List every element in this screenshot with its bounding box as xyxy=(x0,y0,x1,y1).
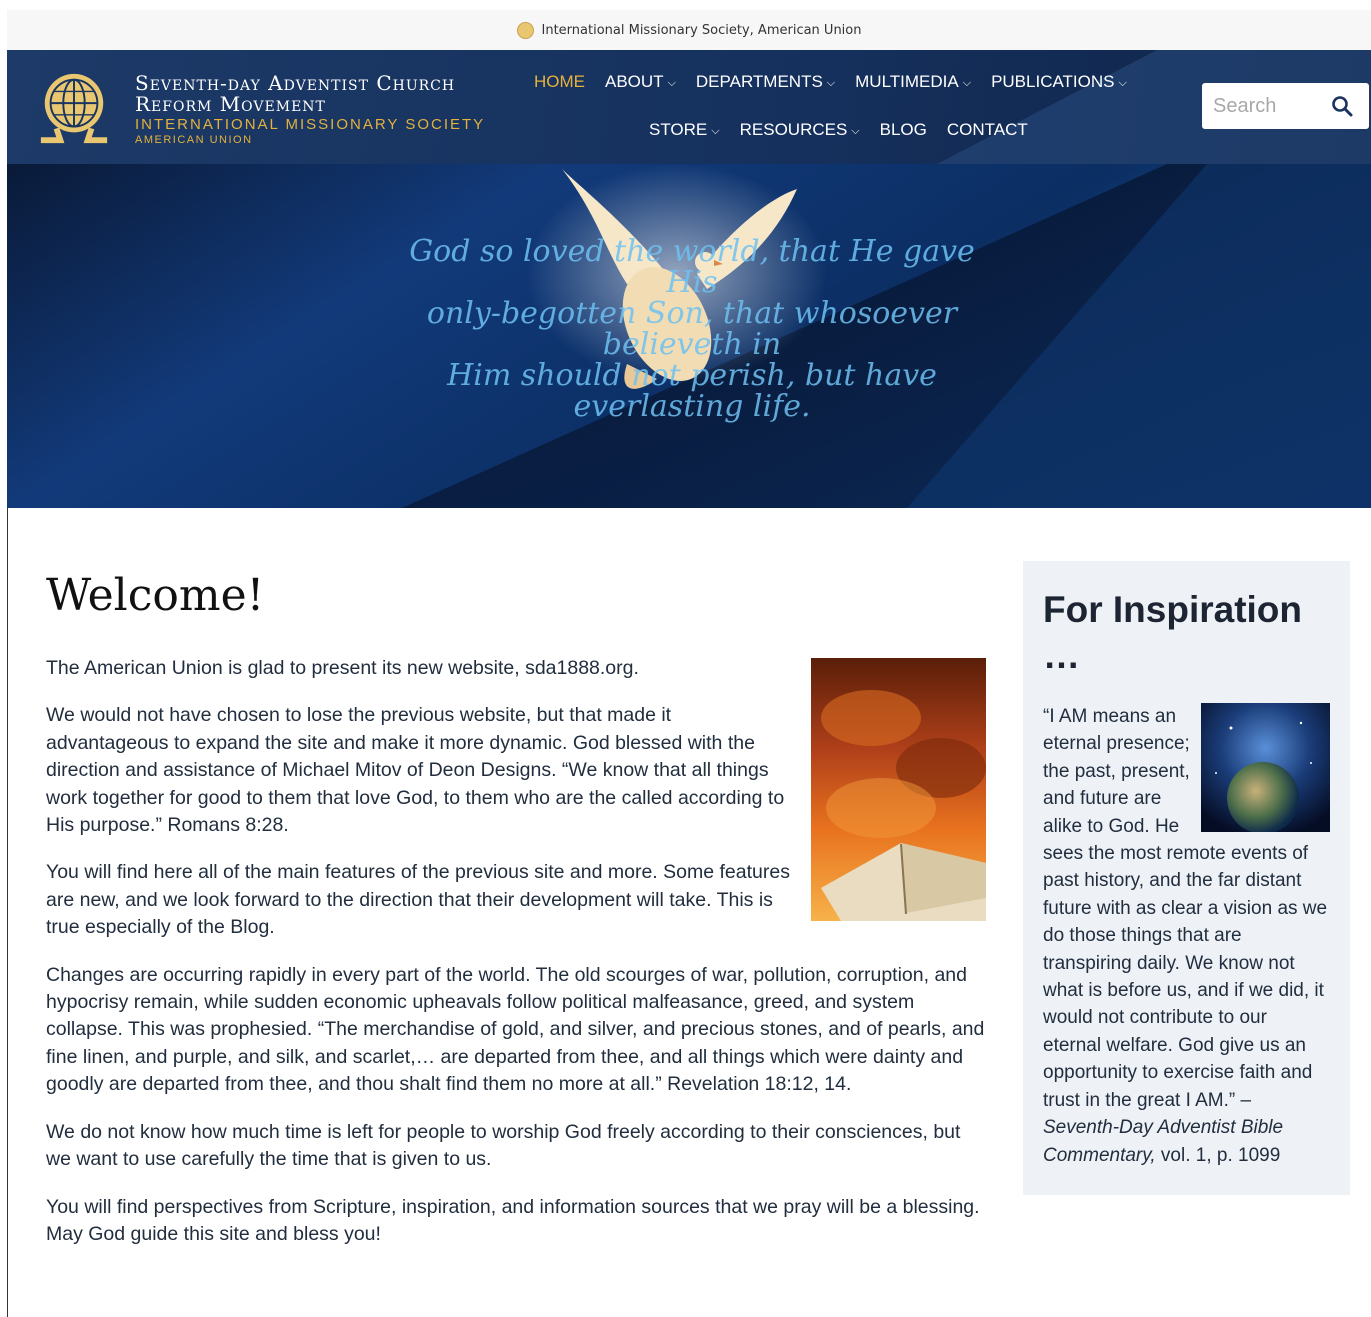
welcome-paragraph-6: You will find perspectives from Scriptur… xyxy=(46,1195,980,1245)
org-subtitle-line2: AMERICAN UNION xyxy=(135,134,253,146)
chevron-down-icon: ⌵ xyxy=(667,76,676,89)
chevron-down-icon: ⌵ xyxy=(826,76,836,89)
search-icon[interactable] xyxy=(1331,95,1353,117)
chevron-down-icon: ⌵ xyxy=(962,76,972,89)
welcome-paragraph-4: Changes are occurring rapidly in every p… xyxy=(46,963,985,1096)
nav-home[interactable]: HOME xyxy=(534,72,585,92)
top-bar: International Missionary Society, Americ… xyxy=(7,10,1371,50)
main-nav-row1: HOME ABOUT ⌵ DEPARTMENTS ⌵ MULTIMEDIA ⌵ PUB… xyxy=(534,72,1127,92)
nav-resources[interactable]: RESOURCES ⌵ xyxy=(740,120,860,140)
org-name-line1: Seventh-day Adventist Church xyxy=(135,71,456,95)
nav-about[interactable]: ABOUT ⌵ xyxy=(605,72,676,92)
inspiration-sidebar: For Inspiration … “I AM means an eternal… xyxy=(1023,561,1350,1195)
hero-scripture-text: God so loved the world, that He gave His… xyxy=(409,234,975,424)
main-content: Welcome! The American Union is glad to p… xyxy=(46,570,986,1268)
welcome-paragraph-5: We do not know how much time is left for… xyxy=(46,1120,961,1171)
nav-contact[interactable]: CONTACT xyxy=(947,120,1028,140)
search-box xyxy=(1202,83,1369,129)
revelation-fire-image xyxy=(811,658,986,921)
inspiration-quote: “I AM means an eternal presence; the pas… xyxy=(1043,703,1330,1169)
org-subtitle-line1: INTERNATIONAL MISSIONARY SOCIETY xyxy=(135,116,486,133)
welcome-paragraph-1: The American Union is glad to present it… xyxy=(46,657,639,679)
page-title: Welcome! xyxy=(46,570,265,621)
nav-multimedia[interactable]: MULTIMEDIA ⌵ xyxy=(855,72,971,92)
globe-omega-logo-icon xyxy=(40,73,108,144)
hero-banner: God so loved the world, that He gave His… xyxy=(7,164,1371,508)
search-input[interactable] xyxy=(1213,94,1323,118)
main-nav-row2: STORE ⌵ RESOURCES ⌵ BLOG CONTACT xyxy=(649,120,1028,140)
top-bar-text: International Missionary Society, Americ… xyxy=(541,22,862,38)
org-name-line2: Reform Movement xyxy=(135,92,326,116)
site-header: Seventh-day Adventist Church Reform Move… xyxy=(7,50,1371,164)
welcome-paragraph-3: You will find here all of the main featu… xyxy=(46,861,790,939)
welcome-paragraph-2: We would not have chosen to lose the pre… xyxy=(46,704,785,837)
nav-blog[interactable]: BLOG xyxy=(880,120,927,140)
nav-publications[interactable]: PUBLICATIONS ⌵ xyxy=(991,72,1127,92)
earth-space-image xyxy=(1201,703,1330,832)
site-logo[interactable]: Seventh-day Adventist Church Reform Move… xyxy=(35,70,485,146)
page-edge-divider xyxy=(7,508,8,1317)
chevron-down-icon: ⌵ xyxy=(851,124,860,137)
chevron-down-icon: ⌵ xyxy=(711,124,720,137)
sidebar-title: For Inspiration … xyxy=(1043,589,1302,676)
nav-store[interactable]: STORE ⌵ xyxy=(649,120,720,140)
chevron-down-icon: ⌵ xyxy=(1118,76,1127,89)
society-logo-icon xyxy=(516,21,534,39)
nav-departments[interactable]: DEPARTMENTS ⌵ xyxy=(696,72,835,92)
